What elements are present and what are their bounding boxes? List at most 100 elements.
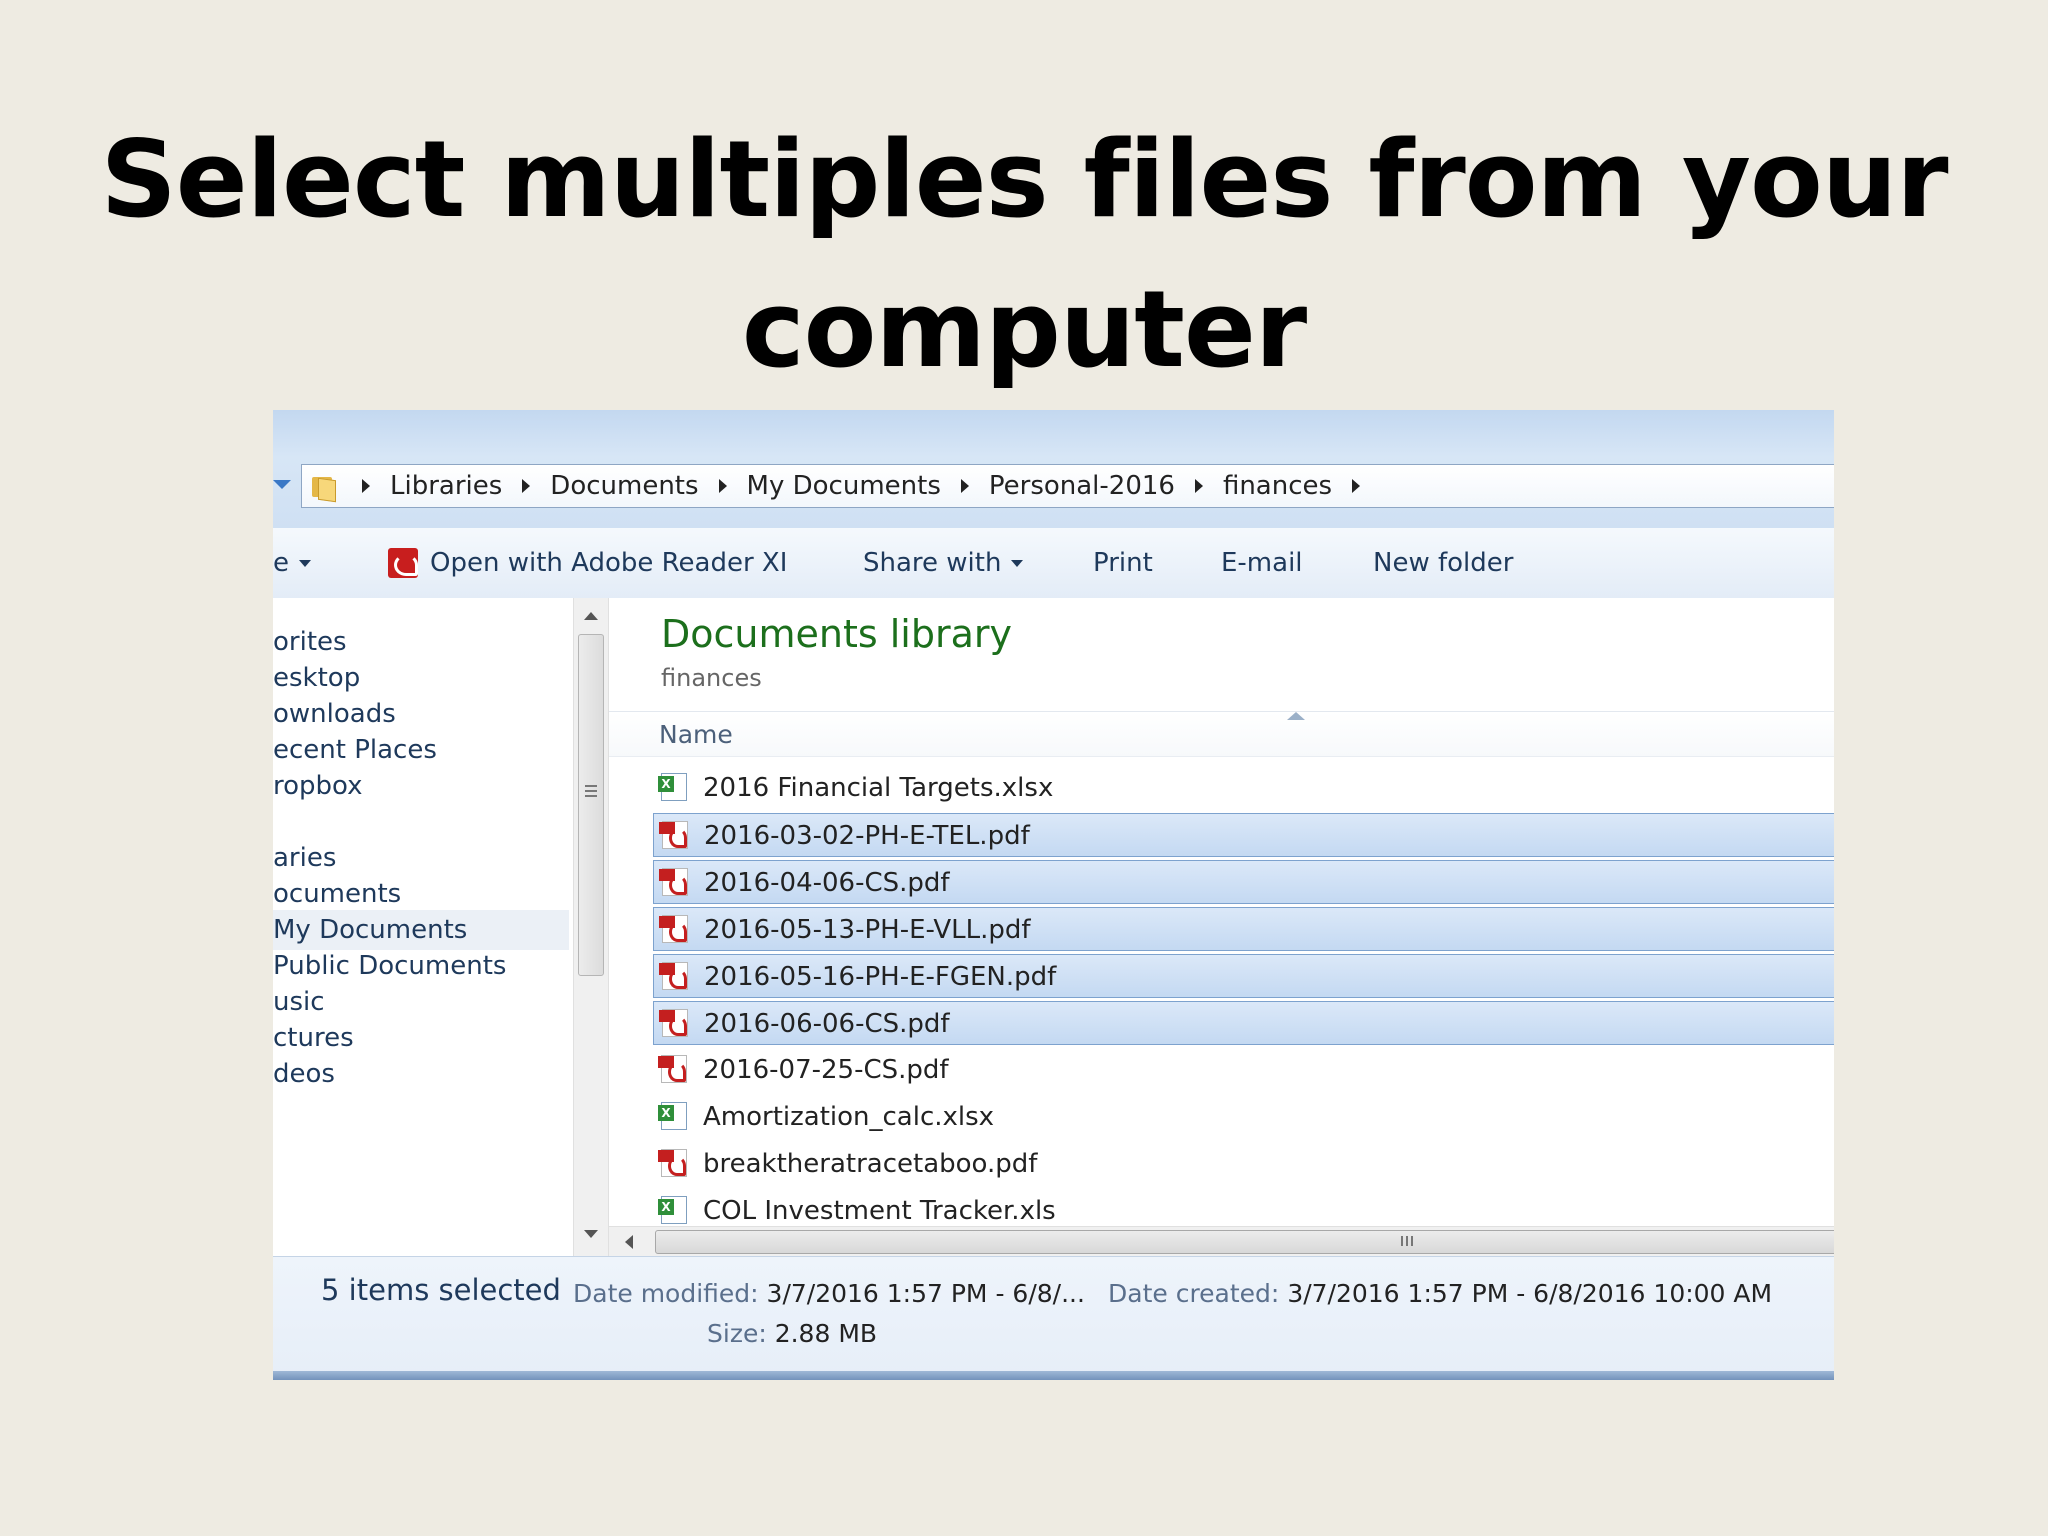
date-created: Date created: 3/7/2016 1:57 PM - 6/8/201… bbox=[1108, 1279, 1772, 1308]
breadcrumb-label[interactable]: finances bbox=[1223, 471, 1332, 501]
folder-icon bbox=[310, 473, 336, 503]
file-row[interactable]: breaktheratracetaboo.pdf bbox=[653, 1142, 1834, 1186]
file-name: 2016-07-25-CS.pdf bbox=[703, 1055, 949, 1085]
adobe-reader-icon bbox=[388, 548, 418, 578]
pdf-file-icon bbox=[659, 962, 688, 990]
new-folder-button[interactable]: New folder bbox=[1373, 528, 1513, 598]
column-header-row: Name bbox=[609, 711, 1834, 757]
selection-count: 5 items selected bbox=[321, 1273, 561, 1307]
email-button[interactable]: E-mail bbox=[1221, 528, 1303, 598]
grip-icon bbox=[1401, 1236, 1403, 1246]
breadcrumb-arrow-icon[interactable] bbox=[1194, 479, 1203, 493]
breadcrumb-personal-2016[interactable]: Personal-2016 bbox=[941, 471, 1175, 501]
size-label: Size: bbox=[707, 1319, 767, 1348]
breadcrumb-documents[interactable]: Documents bbox=[502, 471, 699, 501]
file-row-selected[interactable]: 2016-06-06-CS.pdf bbox=[653, 1001, 1834, 1045]
breadcrumb-label[interactable]: Documents bbox=[550, 471, 698, 501]
scroll-down-icon[interactable] bbox=[584, 1230, 598, 1238]
breadcrumb-my-documents[interactable]: My Documents bbox=[699, 471, 941, 501]
date-modified-label: Date modified: bbox=[573, 1279, 759, 1308]
file-row-selected[interactable]: 2016-04-06-CS.pdf bbox=[653, 860, 1834, 904]
nav-pane-scrollbar[interactable] bbox=[573, 598, 609, 1256]
explorer-window: Libraries Documents My Documents Persona… bbox=[273, 410, 1834, 1380]
file-name: COL Investment Tracker.xls bbox=[703, 1196, 1056, 1226]
breadcrumb-finances[interactable]: finances bbox=[1175, 471, 1380, 501]
slide-title-line-2: computer bbox=[741, 268, 1307, 391]
horizontal-scroll-thumb[interactable] bbox=[655, 1230, 1834, 1254]
organize-label: e bbox=[273, 548, 289, 578]
details-pane: 5 items selected Date modified: 3/7/2016… bbox=[273, 1256, 1834, 1380]
nav-item-videos[interactable]: deos bbox=[273, 1054, 335, 1094]
chevron-down-icon bbox=[299, 559, 311, 567]
nav-item-documents[interactable]: ocuments bbox=[273, 874, 401, 914]
breadcrumb-label[interactable]: My Documents bbox=[747, 471, 941, 501]
nav-item-favorites[interactable]: orites bbox=[273, 622, 347, 662]
horizontal-scrollbar[interactable] bbox=[609, 1226, 1834, 1257]
breadcrumb-arrow-icon[interactable] bbox=[718, 479, 727, 493]
file-name: Amortization_calc.xlsx bbox=[703, 1102, 995, 1132]
library-title: Documents library bbox=[661, 612, 1012, 656]
nav-item-public-documents[interactable]: Public Documents bbox=[273, 946, 506, 986]
nav-item-music[interactable]: usic bbox=[273, 982, 325, 1022]
scroll-up-icon[interactable] bbox=[584, 612, 598, 620]
pdf-file-icon bbox=[659, 1009, 688, 1037]
recent-pages-icon[interactable] bbox=[273, 480, 291, 489]
file-name: 2016-06-06-CS.pdf bbox=[704, 1009, 950, 1039]
pdf-file-icon bbox=[659, 915, 688, 943]
file-row[interactable]: Amortization_calc.xlsx bbox=[653, 1095, 1834, 1139]
nav-item-downloads[interactable]: ownloads bbox=[273, 694, 396, 734]
breadcrumb-libraries[interactable]: Libraries bbox=[350, 471, 502, 501]
share-with-button[interactable]: Share with bbox=[863, 528, 1024, 598]
nav-item-my-documents[interactable]: My Documents bbox=[273, 910, 569, 950]
breadcrumb-label[interactable]: Libraries bbox=[390, 471, 502, 501]
file-row[interactable]: 2016-07-25-CS.pdf bbox=[653, 1048, 1834, 1092]
address-bar-area: Libraries Documents My Documents Persona… bbox=[273, 410, 1834, 528]
date-modified: Date modified: 3/7/2016 1:57 PM - 6/8/..… bbox=[573, 1279, 1085, 1308]
file-row[interactable]: 2016 Financial Targets.xlsx bbox=[653, 766, 1834, 810]
address-bar[interactable]: Libraries Documents My Documents Persona… bbox=[301, 464, 1834, 508]
sort-ascending-icon bbox=[1287, 712, 1305, 720]
file-name: 2016 Financial Targets.xlsx bbox=[703, 773, 1054, 803]
print-button[interactable]: Print bbox=[1093, 528, 1153, 598]
nav-item-libraries[interactable]: aries bbox=[273, 838, 336, 878]
file-name: breaktheratracetaboo.pdf bbox=[703, 1149, 1038, 1179]
nav-item-pictures[interactable]: ctures bbox=[273, 1018, 354, 1058]
slide-title-line-1: Select multiples files from your bbox=[100, 118, 1948, 241]
file-list-pane: Documents library finances Name 2016 Fin… bbox=[609, 598, 1834, 1257]
date-created-value: 3/7/2016 1:57 PM - 6/8/2016 10:00 AM bbox=[1287, 1279, 1773, 1308]
window-bottom-edge bbox=[273, 1371, 1834, 1380]
navigation-pane: orites esktop ownloads ecent Places ropb… bbox=[273, 598, 573, 1256]
scroll-left-icon[interactable] bbox=[625, 1235, 633, 1249]
file-row-selected[interactable]: 2016-03-02-PH-E-TEL.pdf bbox=[653, 813, 1834, 857]
slide-title: Select multiples files from your compute… bbox=[0, 105, 2048, 405]
scroll-thumb[interactable] bbox=[578, 634, 604, 976]
breadcrumb-arrow-icon[interactable] bbox=[960, 479, 969, 493]
grip-icon bbox=[585, 785, 597, 787]
nav-item-desktop[interactable]: esktop bbox=[273, 658, 360, 698]
open-with-button[interactable]: Open with Adobe Reader XI bbox=[388, 528, 787, 598]
file-row-selected[interactable]: 2016-05-16-PH-E-FGEN.pdf bbox=[653, 954, 1834, 998]
excel-file-icon bbox=[658, 1196, 687, 1224]
organize-button[interactable]: e bbox=[273, 528, 311, 598]
breadcrumb-arrow-icon[interactable] bbox=[1352, 479, 1361, 493]
chevron-down-icon bbox=[1011, 559, 1024, 567]
breadcrumb-arrow-icon[interactable] bbox=[362, 479, 370, 493]
nav-item-dropbox[interactable]: ropbox bbox=[273, 766, 363, 806]
file-name: 2016-05-16-PH-E-FGEN.pdf bbox=[704, 962, 1057, 992]
column-header-name[interactable]: Name bbox=[659, 720, 733, 749]
library-subtitle: finances bbox=[661, 664, 762, 692]
selection-size: Size: 2.88 MB bbox=[707, 1319, 877, 1348]
pdf-file-icon bbox=[658, 1055, 687, 1083]
size-value: 2.88 MB bbox=[774, 1319, 878, 1348]
nav-item-recent-places[interactable]: ecent Places bbox=[273, 730, 437, 770]
breadcrumb-arrow-icon[interactable] bbox=[522, 479, 531, 493]
file-row-selected[interactable]: 2016-05-13-PH-E-VLL.pdf bbox=[653, 907, 1834, 951]
pdf-file-icon bbox=[659, 868, 688, 896]
breadcrumb-label[interactable]: Personal-2016 bbox=[989, 471, 1175, 501]
file-name: 2016-04-06-CS.pdf bbox=[704, 868, 950, 898]
pdf-file-icon bbox=[659, 821, 688, 849]
date-modified-value: 3/7/2016 1:57 PM - 6/8/... bbox=[766, 1279, 1085, 1308]
file-name: 2016-05-13-PH-E-VLL.pdf bbox=[704, 915, 1031, 945]
pdf-file-icon bbox=[658, 1149, 687, 1177]
excel-file-icon bbox=[658, 773, 687, 801]
